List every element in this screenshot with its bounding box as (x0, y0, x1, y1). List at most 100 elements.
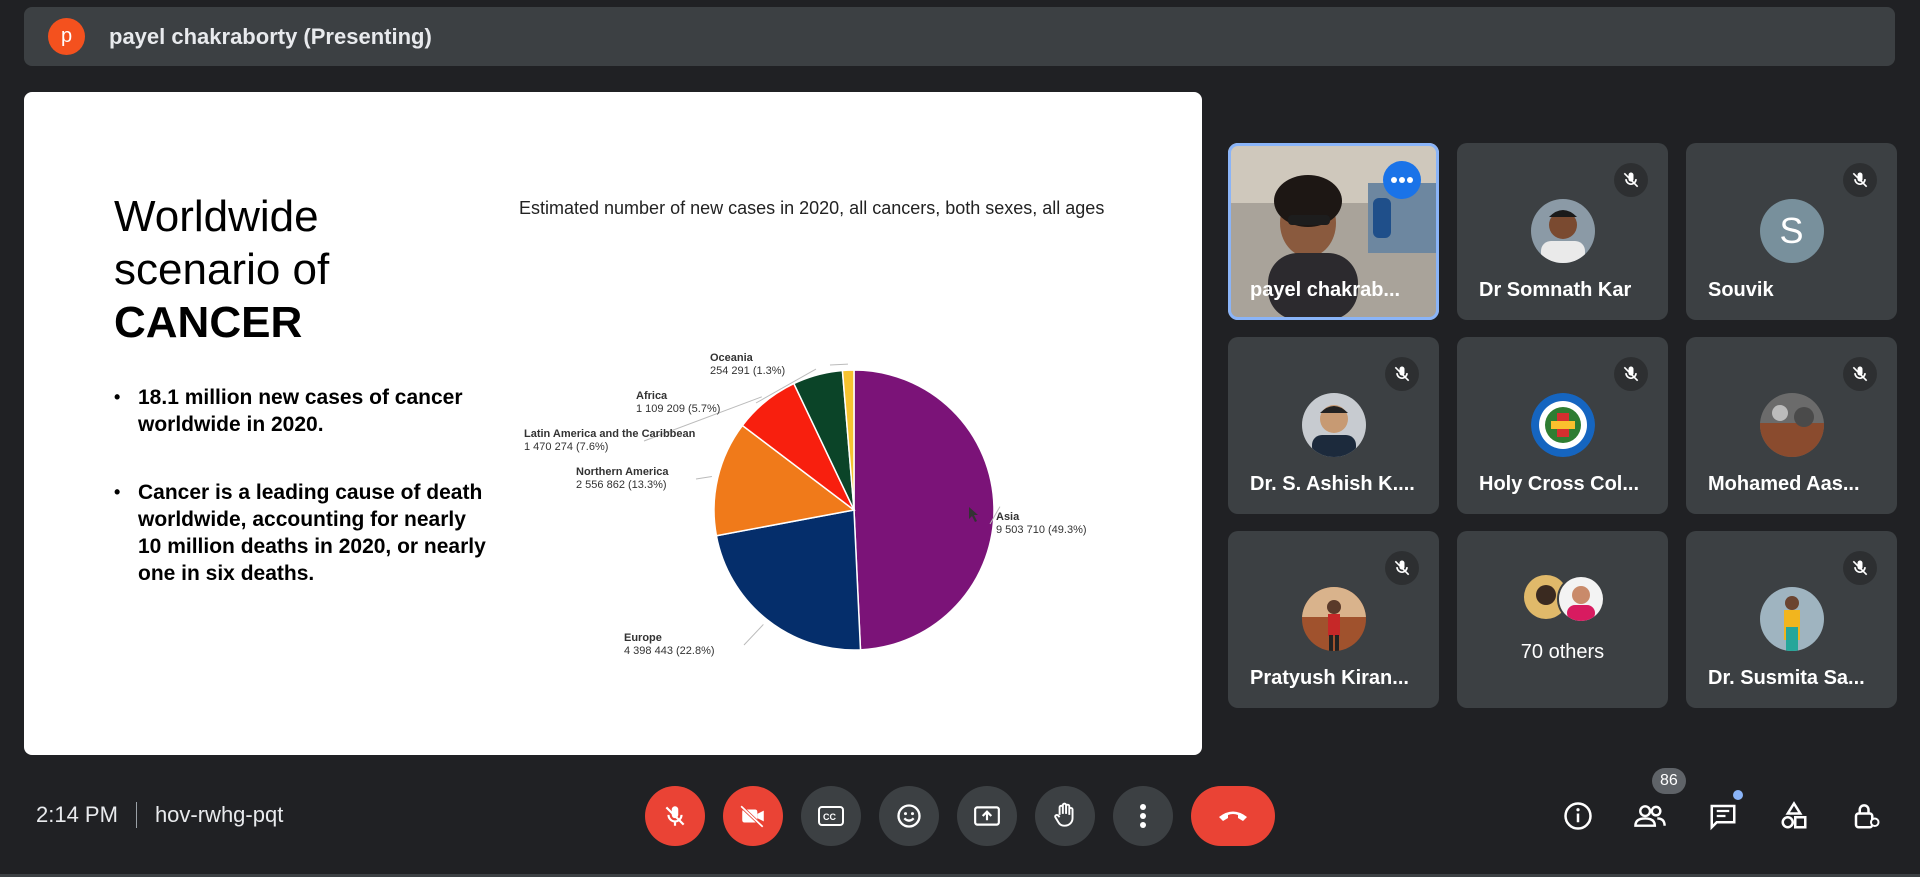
bullet-item: • Cancer is a leading cause of death wor… (114, 479, 494, 587)
bullet-item: • 18.1 million new cases of cancer world… (114, 384, 494, 438)
leader-line (743, 624, 764, 646)
emoji-icon (897, 804, 921, 828)
slide-title: Worldwide scenario of CANCER (114, 190, 329, 349)
mic-off-icon (1614, 357, 1648, 391)
avatar (1759, 587, 1824, 651)
mic-off-icon (1385, 551, 1419, 585)
participant-tile[interactable]: Dr. S. Ashish K.... (1228, 337, 1439, 514)
more-options-icon[interactable] (1383, 161, 1421, 199)
mic-off-icon (1843, 551, 1877, 585)
participant-name: Souvik (1708, 279, 1774, 301)
participant-tile[interactable]: Holy Cross Col... (1457, 337, 1668, 514)
slice-label-name: Europe (624, 632, 662, 644)
bullet-dot-icon: • (114, 387, 121, 407)
mic-off-icon (1614, 163, 1648, 197)
chart-title: Estimated number of new cases in 2020, a… (519, 198, 1105, 218)
participant-tile[interactable]: Pratyush Kiran... (1228, 531, 1439, 708)
slice-label-name: Africa (636, 390, 668, 402)
bullet-text: Cancer is a leading cause of death world… (138, 481, 486, 585)
slice-label-name: Latin America and the Caribbean (524, 428, 696, 440)
participant-name: payel chakrab... (1250, 279, 1401, 301)
participant-name: Holy Cross Col... (1479, 473, 1640, 495)
activities-icon (1781, 801, 1807, 829)
pie-slice-asia (853, 369, 995, 651)
raise-hand-button[interactable] (1035, 786, 1095, 846)
clock: 2:14 PM (36, 802, 118, 827)
info-icon (1564, 802, 1592, 830)
slide-title-line-3: CANCER (114, 298, 303, 347)
present-icon (974, 806, 1000, 826)
camera-off-icon (740, 805, 764, 828)
slice-label-value: 4 398 443 (22.8%) (624, 645, 715, 657)
avatar (1759, 393, 1824, 457)
participant-tile-others[interactable]: 70 others (1457, 531, 1668, 708)
mic-toggle-button[interactable] (645, 786, 705, 846)
slice-label-name: Oceania (710, 352, 754, 364)
leader-line (695, 476, 712, 480)
svg-text:CC: CC (823, 812, 836, 822)
captions-button[interactable]: CC (801, 786, 861, 846)
presenter-bar: p payel chakraborty (Presenting) (24, 7, 1895, 66)
slide-title-line-2: scenario of (114, 245, 330, 294)
present-button[interactable] (957, 786, 1017, 846)
presentation-slide: Worldwide scenario of CANCER • 18.1 mill… (24, 92, 1202, 755)
meeting-info-button[interactable] (1558, 796, 1598, 836)
participant-tile-self[interactable]: payel chakrab... (1228, 143, 1439, 320)
presenter-title: payel chakraborty (Presenting) (109, 23, 432, 49)
participant-tile[interactable]: Dr Somnath Kar (1457, 143, 1668, 320)
participant-name: Mohamed Aas... (1708, 473, 1860, 495)
end-call-icon (1219, 811, 1247, 821)
pie-chart: Asia9 503 710 (49.3%) Europe4 398 443 (22… (524, 352, 1087, 657)
participant-tile[interactable]: Dr. Susmita Sa... (1686, 531, 1897, 708)
participant-name: Pratyush Kiran... (1250, 667, 1409, 689)
mic-off-icon (1385, 357, 1419, 391)
emoji-button[interactable] (879, 786, 939, 846)
slice-label-value: 2 556 862 (13.3%) (576, 479, 667, 491)
slice-label-value: 1 109 209 (5.7%) (636, 403, 720, 415)
avatar: S (1759, 199, 1824, 263)
camera-toggle-button[interactable] (723, 786, 783, 846)
slice-label-name: Northern America (576, 466, 669, 478)
participant-tile[interactable]: Mohamed Aas... (1686, 337, 1897, 514)
avatar (1301, 587, 1366, 651)
people-count-badge: 86 (1652, 768, 1686, 794)
participant-name: Dr. Susmita Sa... (1708, 667, 1865, 689)
slice-label-value: 1 470 274 (7.6%) (524, 441, 608, 453)
activities-button[interactable] (1774, 796, 1814, 836)
host-controls-button[interactable] (1846, 796, 1886, 836)
avatar-letter: S (1779, 210, 1804, 251)
slice-label-value: 254 291 (1.3%) (710, 365, 785, 377)
slide-bullets: • 18.1 million new cases of cancer world… (114, 384, 494, 628)
others-count: 70 others (1520, 641, 1605, 663)
end-call-button[interactable] (1191, 786, 1275, 846)
presenter-avatar: p (48, 18, 85, 55)
mic-off-icon (1843, 357, 1877, 391)
bullet-text: 18.1 million new cases of cancer worldwi… (138, 386, 463, 436)
slice-label-name: Asia (996, 511, 1020, 523)
leader-line (829, 363, 848, 366)
chat-button[interactable] (1703, 796, 1743, 836)
participant-tile[interactable]: S Souvik (1686, 143, 1897, 320)
people-icon (1634, 805, 1666, 827)
captions-icon: CC (818, 806, 844, 826)
bullet-dot-icon: • (114, 482, 121, 502)
participant-name: Dr. S. Ashish K.... (1250, 473, 1415, 495)
avatar (1530, 199, 1595, 263)
college-logo (1530, 393, 1595, 457)
chat-icon (1710, 804, 1736, 831)
slice-label-value: 9 503 710 (49.3%) (996, 524, 1087, 536)
slide-title-line-1: Worldwide (114, 192, 319, 241)
more-options-button[interactable] (1113, 786, 1173, 846)
people-button[interactable] (1630, 796, 1670, 836)
more-options-icon (1140, 804, 1146, 828)
divider (135, 802, 137, 828)
meeting-details: 2:14 PM hov-rwhg-pqt (36, 802, 283, 828)
mic-off-icon (665, 806, 685, 826)
participant-name: Dr Somnath Kar (1479, 279, 1632, 301)
avatar (1301, 393, 1366, 457)
host-controls-icon (1854, 804, 1880, 829)
meeting-code: hov-rwhg-pqt (154, 802, 284, 827)
mic-off-icon (1843, 163, 1877, 197)
avatar (1557, 575, 1605, 623)
raise-hand-icon (1054, 802, 1074, 827)
